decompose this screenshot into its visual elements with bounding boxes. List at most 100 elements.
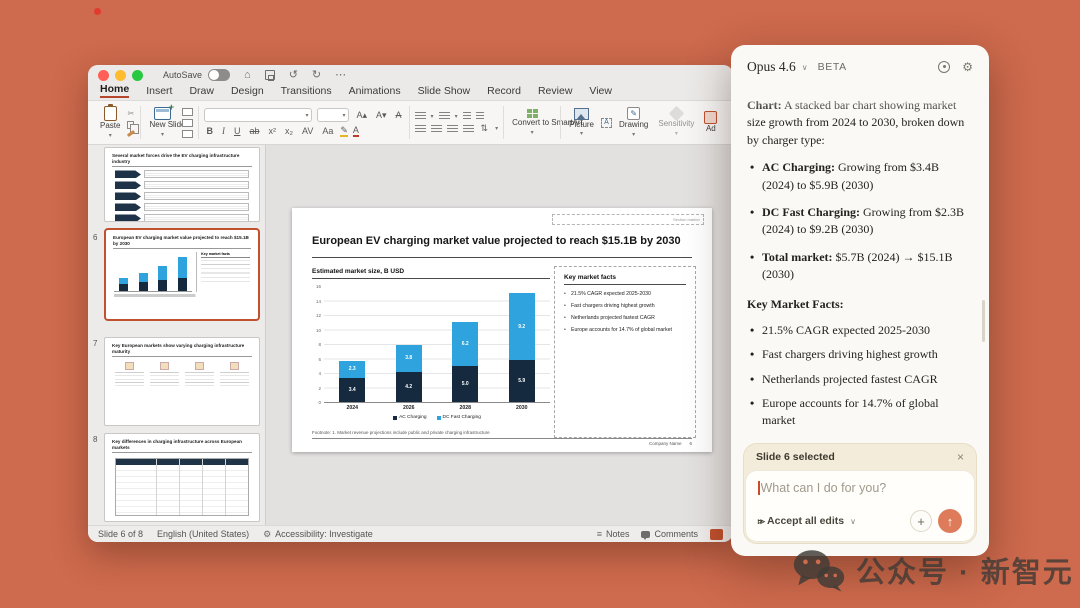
numbering-icon[interactable] <box>439 112 450 120</box>
comments-button[interactable]: Comments <box>641 529 698 539</box>
italic-button[interactable]: I <box>220 127 227 136</box>
slide-chart-block[interactable]: Estimated market size, B USD 16141210864… <box>312 268 550 420</box>
thumb8-title: Key differences in charging infrastructu… <box>112 434 252 453</box>
accessibility-icon: ⚙ <box>263 529 271 540</box>
drawing-button[interactable]: ✎ Drawing ▾ <box>616 107 651 137</box>
composer: Slide 6 selected × ▹▹ Accept all edits ∨… <box>743 443 977 544</box>
justify-icon[interactable] <box>463 125 474 133</box>
tab-animations[interactable]: Animations <box>349 85 401 98</box>
accept-all-edits-button[interactable]: ▹▹ Accept all edits ∨ <box>758 515 856 527</box>
wechat-icon <box>792 548 846 592</box>
decrease-indent-icon[interactable] <box>463 112 471 120</box>
tab-record[interactable]: Record <box>487 85 521 98</box>
tab-transitions[interactable]: Transitions <box>281 85 332 98</box>
save-icon[interactable] <box>265 70 275 80</box>
align-left-icon[interactable] <box>415 125 426 133</box>
model-selector[interactable]: Opus 4.6 <box>747 59 796 75</box>
notes-button[interactable]: ≡ Notes <box>597 529 630 539</box>
slide-page-number: 6 <box>689 441 692 446</box>
underline-button[interactable]: U <box>232 127 243 136</box>
thumb8-number: 8 <box>93 435 97 444</box>
thumb6-footnote-line <box>114 294 250 297</box>
feedback-icon[interactable] <box>938 61 950 73</box>
font-name-select[interactable]: ▾ <box>204 108 312 122</box>
minimize-window-button[interactable] <box>115 70 126 81</box>
convert-smartart-button[interactable]: Convert to SmartArt ▾ <box>509 109 555 135</box>
clear-formatting-button[interactable]: A <box>394 111 404 120</box>
zoom-window-button[interactable] <box>132 70 143 81</box>
section-marker-box[interactable]: Section marker <box>552 214 704 225</box>
tab-insert[interactable]: Insert <box>146 85 172 98</box>
bold-button[interactable]: B <box>204 127 215 136</box>
close-window-button[interactable] <box>98 70 109 81</box>
align-right-icon[interactable] <box>447 125 458 133</box>
subscript-button[interactable]: x₂ <box>283 127 295 136</box>
bullet-ac: AC Charging: Growing from $3.4B (2024) t… <box>747 159 973 194</box>
align-center-icon[interactable] <box>431 125 442 133</box>
chevron-down-icon[interactable]: ∨ <box>802 63 808 72</box>
slide-6[interactable]: Section marker European EV charging mark… <box>292 208 712 452</box>
new-slide-button[interactable]: New Slide ▾ <box>146 107 178 137</box>
addins-button[interactable]: Ad <box>701 111 720 133</box>
panel-scrollbar-thumb[interactable] <box>982 300 985 342</box>
view-mode-button[interactable] <box>710 529 723 540</box>
close-icon[interactable]: × <box>957 450 964 464</box>
paste-button[interactable]: Paste ▾ <box>97 106 123 138</box>
tab-view[interactable]: View <box>589 85 612 98</box>
language-button[interactable]: English (United States) <box>157 529 249 539</box>
picture-button[interactable]: Picture ▾ <box>566 108 597 137</box>
change-case-button[interactable]: Aa <box>320 127 335 136</box>
grow-font-button[interactable]: A▴ <box>354 111 369 120</box>
key-facts-box-selected[interactable]: Key market facts 21.5% CAGR expected 202… <box>554 266 696 438</box>
insert-group: Picture ▾ A ✎ Drawing ▾ Sensitivity ▾ Ad <box>561 103 725 142</box>
chevron-down-icon: ▾ <box>305 112 308 119</box>
text-highlight-button[interactable]: ✎ <box>340 126 348 137</box>
bullet-ac-bold: AC Charging: <box>762 160 835 174</box>
convert-smartart-label: Convert to SmartArt <box>512 119 552 127</box>
thumbnail-slide-7[interactable]: Key European markets show varying chargi… <box>104 337 260 426</box>
thumbnail-slide-5[interactable]: Several market forces drive the EV charg… <box>104 147 260 222</box>
tab-home[interactable]: Home <box>100 83 129 98</box>
attach-plus-button[interactable]: + <box>910 510 932 532</box>
font-color-button[interactable]: A <box>353 126 359 137</box>
redo-icon[interactable]: ↻ <box>312 70 321 81</box>
tab-design[interactable]: Design <box>231 85 264 98</box>
title-bar: AutoSave ⌂ ↺ ↻ ⋯ <box>88 65 733 85</box>
thumbnail-slide-6-selected[interactable]: European EV charging market value projec… <box>104 228 260 321</box>
prompt-input[interactable] <box>761 481 963 495</box>
copy-icon[interactable] <box>127 121 134 129</box>
accessibility-button[interactable]: ⚙ Accessibility: Investigate <box>263 529 373 540</box>
font-size-select[interactable]: ▾ <box>317 108 349 122</box>
section-icon[interactable] <box>182 130 193 138</box>
cut-icon[interactable]: ✂ <box>127 110 135 118</box>
chevron-down-icon: ▾ <box>161 131 164 138</box>
shrink-font-button[interactable]: A▾ <box>374 111 389 120</box>
increase-indent-icon[interactable] <box>476 112 484 120</box>
settings-gear-icon[interactable]: ⚙ <box>962 60 973 74</box>
prompt-card: ▹▹ Accept all edits ∨ + ↑ <box>745 470 975 542</box>
new-slide-label: New Slide <box>149 121 175 129</box>
line-spacing-icon[interactable]: ⇅ <box>479 124 491 133</box>
tab-draw[interactable]: Draw <box>189 85 214 98</box>
sensitivity-button[interactable]: Sensitivity ▾ <box>655 108 697 136</box>
text-box-icon[interactable]: A <box>601 118 612 128</box>
tab-review[interactable]: Review <box>538 85 572 98</box>
undo-icon[interactable]: ↺ <box>289 70 298 81</box>
slide-thumbnail-panel: Several market forces drive the EV charg… <box>88 145 266 525</box>
reset-icon[interactable] <box>182 119 193 127</box>
tab-slideshow[interactable]: Slide Show <box>418 85 471 98</box>
slide-title[interactable]: European EV charging market value projec… <box>312 235 692 247</box>
home-icon[interactable]: ⌂ <box>244 70 251 81</box>
thumbnail-slide-8[interactable]: Key differences in charging infrastructu… <box>104 433 260 522</box>
more-commands-icon[interactable]: ⋯ <box>335 70 346 81</box>
strikethrough-button[interactable]: ab <box>247 127 261 136</box>
autosave-toggle[interactable] <box>208 69 230 81</box>
character-spacing-button[interactable]: AV <box>300 127 315 136</box>
thumb6-facts-lines <box>201 260 250 284</box>
layout-icon[interactable] <box>182 108 193 116</box>
thumb7-title: Key European markets show varying chargi… <box>112 338 252 357</box>
bullets-icon[interactable] <box>415 112 426 120</box>
chevron-down-icon: ∨ <box>850 517 856 526</box>
superscript-button[interactable]: x² <box>266 127 278 136</box>
send-button[interactable]: ↑ <box>938 509 962 533</box>
